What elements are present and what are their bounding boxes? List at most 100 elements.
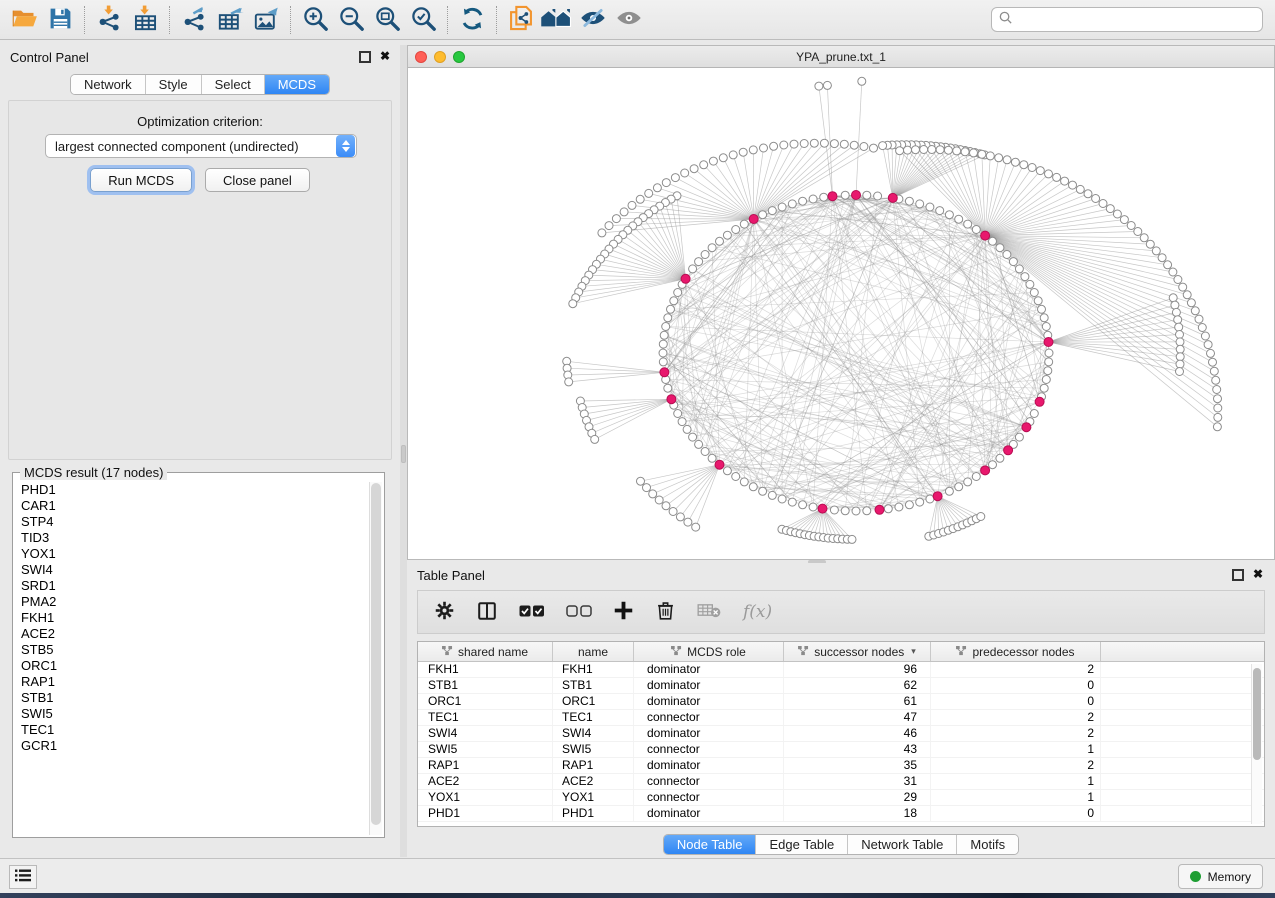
close-panel-button[interactable]: Close panel <box>205 168 310 192</box>
mcds-list-scrollbar[interactable] <box>369 482 382 835</box>
mcds-result-item[interactable]: STP4 <box>15 514 368 530</box>
mcds-result-item[interactable]: SRD1 <box>15 578 368 594</box>
select-all-rows-button[interactable] <box>519 604 545 621</box>
table-row[interactable]: FKH1FKH1dominator962 <box>418 662 1264 678</box>
hide-selected-button[interactable] <box>575 4 611 36</box>
show-all-button[interactable] <box>611 4 647 36</box>
zoom-out-button[interactable] <box>333 4 369 36</box>
tab-network-table[interactable]: Network Table <box>848 835 957 854</box>
column-header-successor-nodes[interactable]: successor nodes ▾ <box>784 642 931 661</box>
mcds-result-item[interactable]: ORC1 <box>15 658 368 674</box>
optimization-criterion-label: Optimization criterion: <box>9 114 391 129</box>
table-cell-name: STB1 <box>553 678 634 693</box>
table-scrollbar-thumb[interactable] <box>1253 668 1261 760</box>
mcds-result-item[interactable]: TEC1 <box>15 722 368 738</box>
export-table-button[interactable] <box>212 4 248 36</box>
import-network-button[interactable] <box>91 4 127 36</box>
dropdown-stepper-icon <box>336 135 355 157</box>
refresh-layout-button[interactable] <box>454 4 490 36</box>
mcds-result-groupbox: MCDS result (17 nodes) PHD1CAR1STP4TID3Y… <box>12 472 385 838</box>
create-column-button[interactable] <box>613 600 634 624</box>
float-panel-icon[interactable] <box>359 51 371 63</box>
table-settings-button[interactable] <box>434 600 455 624</box>
close-table-panel-icon[interactable]: ✖ <box>1253 566 1263 582</box>
export-image-button[interactable] <box>248 4 284 36</box>
delete-column-button[interactable] <box>655 600 676 624</box>
fx-icon: f(x) <box>743 602 772 622</box>
table-row[interactable]: ORC1ORC1dominator610 <box>418 694 1264 710</box>
clone-network-button[interactable] <box>503 4 539 36</box>
float-table-panel-icon[interactable] <box>1232 569 1244 581</box>
mcds-result-item[interactable]: RAP1 <box>15 674 368 690</box>
tab-select[interactable]: Select <box>202 75 265 94</box>
table-cell-successor-nodes: 47 <box>784 710 931 725</box>
function-builder-button[interactable]: f(x) <box>743 602 772 622</box>
mcds-result-item[interactable]: STB5 <box>15 642 368 658</box>
tab-style[interactable]: Style <box>146 75 202 94</box>
mcds-result-list: PHD1CAR1STP4TID3YOX1SWI4SRD1PMA2FKH1ACE2… <box>15 482 368 835</box>
task-history-button[interactable] <box>9 865 37 889</box>
table-cell-mcds-role: dominator <box>634 726 784 741</box>
table-cell-name: SWI4 <box>553 726 634 741</box>
table-cell-name: FKH1 <box>553 662 634 677</box>
table-row[interactable]: ACE2ACE2connector311 <box>418 774 1264 790</box>
table-row[interactable]: YOX1YOX1connector291 <box>418 790 1264 806</box>
close-panel-icon[interactable]: ✖ <box>380 48 390 64</box>
tab-motifs[interactable]: Motifs <box>957 835 1018 854</box>
table-cell-shared-name: SWI4 <box>418 726 553 741</box>
show-columns-button[interactable] <box>476 600 498 625</box>
column-header-shared-name[interactable]: shared name <box>418 642 553 661</box>
node-table: shared name name MCDS role successor nod… <box>417 641 1265 827</box>
export-network-button[interactable] <box>176 4 212 36</box>
table-row[interactable]: PHD1PHD1dominator180 <box>418 806 1264 822</box>
zoom-selected-button[interactable] <box>405 4 441 36</box>
zoom-in-button[interactable] <box>297 4 333 36</box>
run-mcds-button[interactable]: Run MCDS <box>90 168 192 192</box>
table-scrollbar[interactable] <box>1251 664 1262 824</box>
column-header-predecessor-nodes[interactable]: predecessor nodes <box>931 642 1101 661</box>
vertical-splitter[interactable] <box>400 45 407 857</box>
save-session-button[interactable] <box>42 4 78 36</box>
status-bar: Memory <box>0 858 1275 893</box>
tab-mcds[interactable]: MCDS <box>265 75 329 94</box>
mcds-result-item[interactable]: SWI5 <box>15 706 368 722</box>
mcds-result-item[interactable]: STB1 <box>15 690 368 706</box>
table-cell-predecessor-nodes: 2 <box>931 710 1101 725</box>
table-toolbar: f(x) <box>417 590 1265 634</box>
tab-network[interactable]: Network <box>71 75 146 94</box>
mcds-result-item[interactable]: GCR1 <box>15 738 368 754</box>
mcds-result-item[interactable]: PMA2 <box>15 594 368 610</box>
network-window-titlebar[interactable]: YPA_prune.txt_1 <box>408 46 1274 68</box>
table-row[interactable]: STB1STB1dominator620 <box>418 678 1264 694</box>
column-header-name[interactable]: name <box>553 642 634 661</box>
import-table-button[interactable] <box>127 4 163 36</box>
toolbar-separator <box>496 6 497 34</box>
table-row[interactable]: TEC1TEC1connector472 <box>418 710 1264 726</box>
memory-button[interactable]: Memory <box>1178 864 1263 889</box>
search-field[interactable] <box>991 7 1263 32</box>
table-row[interactable]: SWI5SWI5connector431 <box>418 742 1264 758</box>
open-folder-icon <box>11 5 38 35</box>
mcds-result-item[interactable]: TID3 <box>15 530 368 546</box>
mcds-result-item[interactable]: FKH1 <box>15 610 368 626</box>
first-neighbors-button[interactable] <box>539 4 575 36</box>
splitter-handle[interactable] <box>401 445 406 463</box>
mcds-result-item[interactable]: PHD1 <box>15 482 368 498</box>
search-input[interactable] <box>1013 13 1256 27</box>
criterion-dropdown[interactable]: largest connected component (undirected) <box>45 134 357 158</box>
mcds-result-item[interactable]: SWI4 <box>15 562 368 578</box>
tab-edge-table[interactable]: Edge Table <box>756 835 848 854</box>
export-network-icon <box>181 5 208 35</box>
delete-table-button[interactable] <box>697 602 722 622</box>
mcds-result-item[interactable]: CAR1 <box>15 498 368 514</box>
mcds-result-item[interactable]: ACE2 <box>15 626 368 642</box>
open-file-button[interactable] <box>6 4 42 36</box>
network-canvas[interactable] <box>408 68 1274 559</box>
mcds-result-item[interactable]: YOX1 <box>15 546 368 562</box>
deselect-all-rows-button[interactable] <box>566 604 592 621</box>
column-header-mcds-role[interactable]: MCDS role <box>634 642 784 661</box>
zoom-fit-button[interactable] <box>369 4 405 36</box>
table-row[interactable]: SWI4SWI4dominator462 <box>418 726 1264 742</box>
tab-node-table[interactable]: Node Table <box>664 835 757 854</box>
table-row[interactable]: RAP1RAP1dominator352 <box>418 758 1264 774</box>
